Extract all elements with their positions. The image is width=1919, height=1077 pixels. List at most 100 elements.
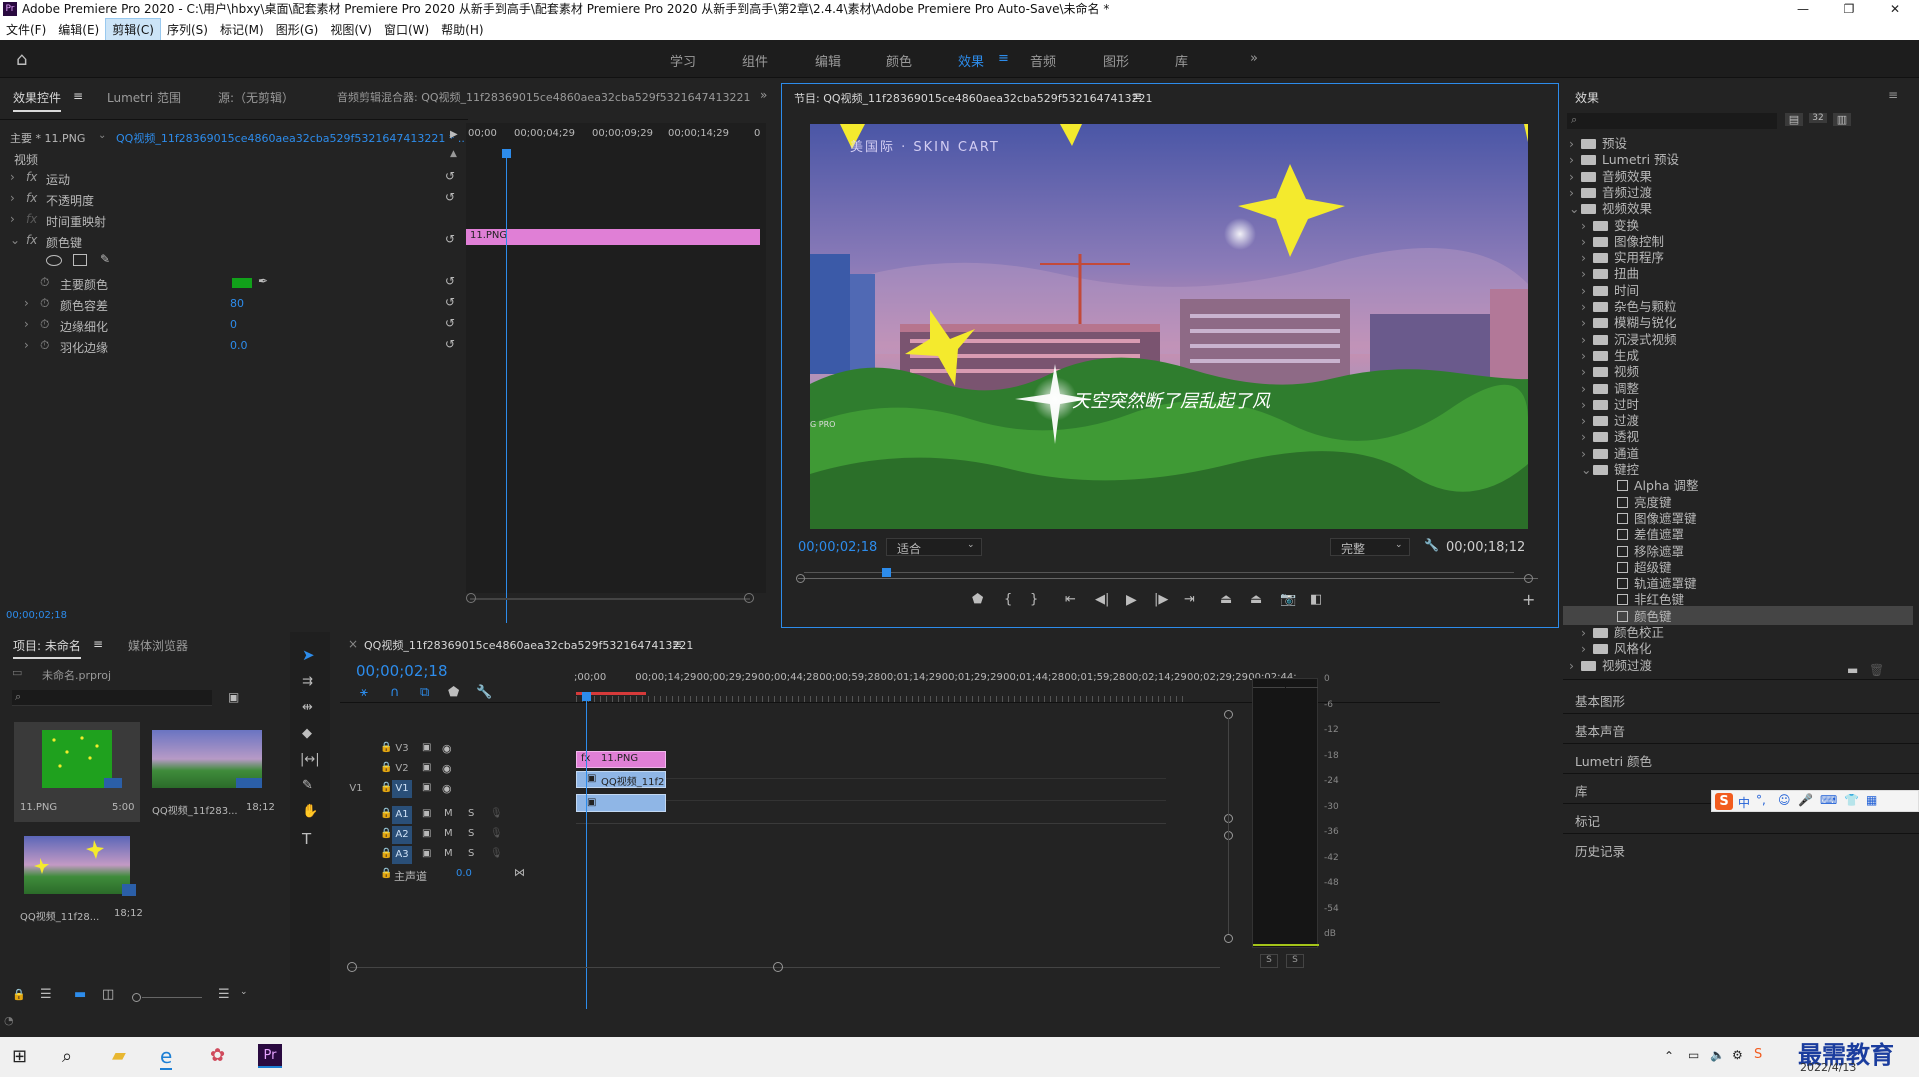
yuv-effects-icon[interactable]: ▥ bbox=[1833, 113, 1851, 126]
reset-icon[interactable]: ↺ bbox=[445, 274, 455, 288]
tab-media-browser[interactable]: 媒体浏览器 bbox=[128, 637, 188, 654]
file-explorer-icon[interactable]: ▰ bbox=[112, 1045, 126, 1066]
project-item[interactable]: QQ视频_11f28... 18;12 bbox=[14, 828, 143, 928]
section-history[interactable]: 历史记录 bbox=[1575, 841, 1625, 860]
solo-left-button[interactable]: S bbox=[1260, 954, 1278, 968]
type-tool-icon[interactable]: T bbox=[302, 830, 311, 848]
extract-icon[interactable]: ⏏ bbox=[1250, 592, 1262, 607]
add-button-icon[interactable]: + bbox=[1522, 590, 1535, 609]
sogou-ime-icon[interactable]: S bbox=[1715, 793, 1733, 810]
selection-tool-icon[interactable]: ➤ bbox=[302, 646, 315, 664]
section-essential-sound[interactable]: 基本声音 bbox=[1575, 721, 1625, 740]
timeline-clip-a1[interactable]: ▣ bbox=[576, 794, 666, 812]
chevron-down-icon[interactable]: ⌄ bbox=[1581, 462, 1593, 477]
workspace-assembly[interactable]: 组件 bbox=[742, 51, 768, 70]
fx-icon[interactable]: fx bbox=[26, 170, 37, 184]
effect-time-remapping[interactable]: 时间重映射 bbox=[46, 213, 106, 230]
comparison-view-icon[interactable]: ◧ bbox=[1310, 592, 1322, 607]
menu-window[interactable]: 窗口(W) bbox=[378, 19, 435, 41]
expand-arrow-icon[interactable]: › bbox=[10, 212, 15, 226]
section-libraries[interactable]: 库 bbox=[1575, 781, 1588, 800]
workspace-libraries[interactable]: 库 bbox=[1175, 51, 1188, 70]
sort-icon[interactable]: ☰ bbox=[218, 987, 230, 1002]
h-scroll-handle-right[interactable] bbox=[773, 962, 783, 972]
track-target-v3[interactable]: V3 bbox=[392, 740, 412, 758]
fx-icon[interactable]: fx bbox=[26, 233, 37, 247]
menu-sequence[interactable]: 序列(S) bbox=[161, 19, 214, 41]
ime-skin-icon[interactable]: 👕 bbox=[1844, 793, 1859, 807]
reset-icon[interactable]: ↺ bbox=[445, 232, 455, 246]
effect-motion[interactable]: 运动 bbox=[46, 171, 70, 188]
menu-view[interactable]: 视图(V) bbox=[324, 19, 378, 41]
track-lock-icon[interactable]: 🔒 bbox=[380, 808, 392, 819]
reset-icon[interactable]: ↺ bbox=[445, 337, 455, 351]
project-search-input[interactable]: ⌕ bbox=[12, 690, 212, 706]
reset-icon[interactable]: ↺ bbox=[445, 316, 455, 330]
new-search-bin-icon[interactable]: ▣ bbox=[228, 690, 239, 704]
icon-view-icon[interactable]: ▬ bbox=[74, 987, 86, 1002]
ripple-edit-tool-icon[interactable]: ⇹ bbox=[302, 700, 313, 715]
track-sync-icon[interactable]: ▣ bbox=[422, 808, 431, 819]
zoom-handle-right[interactable] bbox=[1524, 574, 1533, 583]
close-button[interactable]: ✕ bbox=[1872, 0, 1918, 18]
video-frame[interactable]: 美国际 · SKIN CART 天空突然断了层乱起了风 G PRO 00;00;… bbox=[796, 124, 1538, 614]
solo-right-button[interactable]: S bbox=[1286, 954, 1304, 968]
close-sequence-icon[interactable]: × bbox=[348, 637, 358, 651]
menu-help[interactable]: 帮助(H) bbox=[435, 19, 489, 41]
param-edge-feather-value[interactable]: 0.0 bbox=[230, 339, 248, 352]
solo-track-icon[interactable]: S bbox=[468, 828, 474, 839]
sequence-tab[interactable]: QQ视频_11f28369015ce4860aea32cba529f532164… bbox=[364, 637, 693, 653]
ellipse-mask-icon[interactable] bbox=[46, 255, 62, 266]
tab-effect-controls[interactable]: 效果控件 bbox=[13, 89, 62, 112]
pen-tool-icon[interactable]: ✎ bbox=[302, 778, 313, 793]
tab-lumetri-scopes[interactable]: Lumetri 范围 bbox=[107, 89, 181, 106]
razor-tool-icon[interactable]: ◆ bbox=[302, 726, 312, 741]
timeline-playhead[interactable] bbox=[586, 697, 587, 1009]
ime-punctuation[interactable]: °, bbox=[1756, 793, 1766, 807]
toggle-track-output-icon[interactable]: ◉ bbox=[442, 742, 452, 755]
solo-track-icon[interactable]: S bbox=[468, 848, 474, 859]
accelerated-effects-icon[interactable]: ▤ bbox=[1785, 113, 1803, 126]
track-sync-icon[interactable]: ▣ bbox=[422, 742, 431, 753]
menu-graphics[interactable]: 图形(G) bbox=[270, 19, 325, 41]
timeline-clip-v2[interactable]: fx 11.PNG bbox=[576, 751, 666, 768]
expand-tabs-icon[interactable]: » bbox=[760, 88, 767, 102]
project-item[interactable]: QQ视频_11f283... 18;12 bbox=[146, 722, 275, 822]
effects-menu-icon[interactable]: ≡ bbox=[1888, 88, 1898, 102]
track-lock-icon[interactable]: 🔒 bbox=[380, 782, 392, 793]
eyedropper-icon[interactable]: ✒ bbox=[258, 274, 268, 288]
more-workspaces-icon[interactable]: » bbox=[1250, 51, 1258, 66]
workspace-audio[interactable]: 音频 bbox=[1030, 51, 1056, 70]
ec-scrollbar[interactable] bbox=[470, 598, 750, 600]
go-to-next-icon[interactable]: ⋈ bbox=[514, 866, 525, 879]
freeform-view-icon[interactable]: ◫ bbox=[102, 987, 114, 1002]
key-color-swatch[interactable] bbox=[232, 278, 252, 288]
track-target-a2[interactable]: A2 bbox=[392, 826, 412, 844]
voiceover-record-icon[interactable]: 🎙 bbox=[490, 808, 503, 819]
workspace-menu-icon[interactable]: ≡ bbox=[998, 51, 1009, 66]
track-lock-icon[interactable]: 🔒 bbox=[380, 868, 392, 879]
playhead-line[interactable] bbox=[506, 153, 507, 623]
export-frame-icon[interactable]: 📷 bbox=[1280, 592, 1296, 607]
menu-markers[interactable]: 标记(M) bbox=[214, 19, 270, 41]
ime-toolbox-icon[interactable]: ▦ bbox=[1866, 793, 1877, 807]
timeline-ruler[interactable]: ;00;00 00;00;14;29 00;00;29;29 00;00;44;28 0… bbox=[574, 672, 1297, 702]
track-target-v1[interactable]: V1 bbox=[392, 780, 412, 798]
tray-chevron-icon[interactable]: ⌃ bbox=[1664, 1049, 1674, 1063]
mute-track-icon[interactable]: M bbox=[444, 848, 453, 859]
scroll-handle-left[interactable] bbox=[466, 593, 476, 603]
pen-mask-icon[interactable]: ✎ bbox=[100, 252, 110, 266]
track-target-a1[interactable]: A1 bbox=[392, 806, 412, 824]
go-to-out-icon[interactable]: ⇥ bbox=[1184, 592, 1195, 607]
project-menu-icon[interactable]: ≡ bbox=[93, 637, 103, 651]
expand-arrow-icon[interactable]: › bbox=[24, 338, 29, 352]
collapse-icon[interactable]: ▲ bbox=[450, 149, 457, 159]
workspace-editing[interactable]: 编辑 bbox=[815, 51, 841, 70]
workspace-color[interactable]: 颜色 bbox=[886, 51, 912, 70]
timeline-h-scrollbar[interactable] bbox=[350, 967, 1220, 968]
search-icon[interactable]: ⌕ bbox=[62, 1046, 72, 1067]
track-sync-icon[interactable]: ▣ bbox=[422, 782, 431, 793]
track-lock-icon[interactable]: 🔒 bbox=[380, 762, 392, 773]
section-lumetri-color[interactable]: Lumetri 颜色 bbox=[1575, 751, 1652, 770]
track-sync-icon[interactable]: ▣ bbox=[422, 762, 431, 773]
